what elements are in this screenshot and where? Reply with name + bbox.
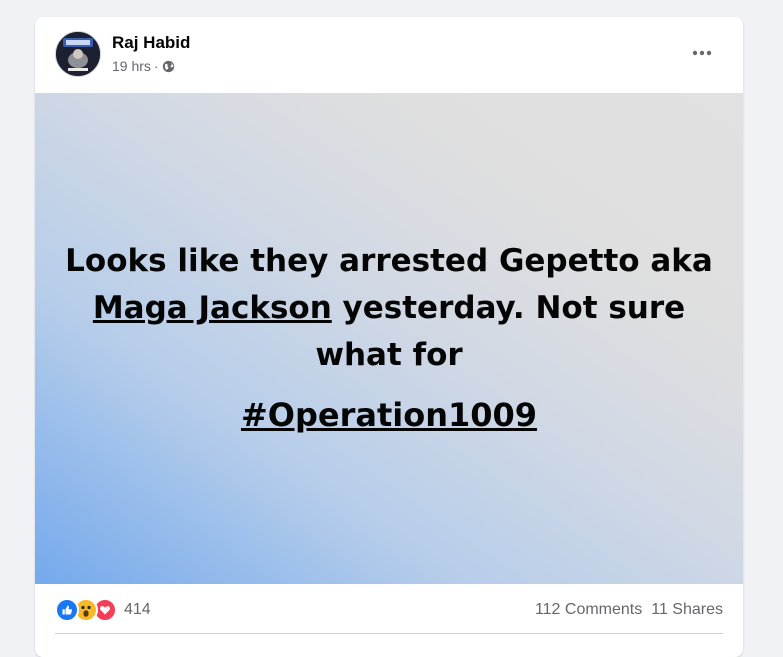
post-text-line-1: Looks like they arrested Gepetto aka: [65, 243, 713, 279]
post-meta: 19 hrs ·: [112, 58, 175, 74]
author-name[interactable]: Raj Habid: [112, 33, 190, 53]
post-footer: 414 112 Comments 11 Shares: [35, 584, 743, 634]
meta-separator: ·: [153, 58, 159, 74]
post-header: Raj Habid 19 hrs ·: [35, 17, 743, 93]
like-reaction-icon: [55, 598, 79, 622]
comments-count[interactable]: 112 Comments: [535, 601, 642, 619]
post-time[interactable]: 19 hrs: [112, 58, 151, 74]
post-text-line-3: what for: [315, 337, 463, 373]
shares-count[interactable]: 11 Shares: [651, 601, 723, 619]
globe-icon: [162, 60, 175, 73]
post-background-banner: Looks like they arrested Gepetto aka Mag…: [35, 93, 743, 584]
hashtag-link[interactable]: #Operation1009: [35, 396, 743, 434]
footer-divider: [55, 633, 723, 634]
reaction-count: 414: [124, 601, 151, 618]
more-options-icon[interactable]: [687, 41, 717, 65]
mention-link[interactable]: Maga Jackson: [93, 290, 332, 326]
post-text: Looks like they arrested Gepetto aka Mag…: [35, 238, 743, 379]
post-text-line-2: Maga Jackson yesterday. Not sure: [35, 285, 743, 332]
post-stats: 112 Comments 11 Shares: [535, 601, 723, 619]
post-card: Raj Habid 19 hrs · Looks like they arres…: [35, 17, 743, 657]
author-avatar[interactable]: [55, 31, 101, 77]
post-text-line-2-rest: yesterday. Not sure: [331, 290, 686, 326]
reactions-summary[interactable]: 414: [55, 598, 151, 622]
